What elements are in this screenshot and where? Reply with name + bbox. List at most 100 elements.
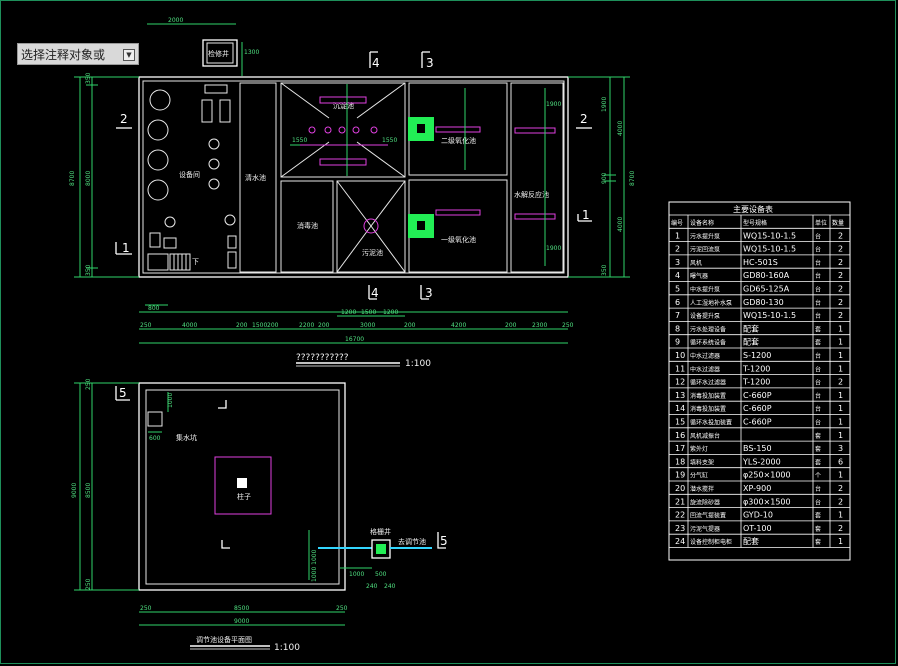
- left-dim-0: 8700: [69, 171, 76, 186]
- bottom-row2-dim: 3000: [360, 322, 375, 329]
- table-cell: GD80-160A: [743, 271, 790, 280]
- table-cell: WQ15-10-1.5: [743, 231, 796, 240]
- plan2-bottom-2: 250: [336, 605, 348, 612]
- tank-2: [147, 119, 169, 141]
- label-anaerobic: 水解反应池: [514, 190, 549, 199]
- table-cell: C-660P: [743, 404, 772, 413]
- left-dim-1: 8000: [85, 171, 92, 186]
- right-dim-4: 350: [601, 264, 608, 276]
- table-header-cell: 型号规格: [743, 219, 767, 227]
- table-cell: 24: [675, 537, 685, 546]
- bottom-row1-1: 1200: [341, 309, 356, 316]
- command-prompt[interactable]: 选择注释对象或 ▼: [17, 43, 139, 65]
- table-cell: 污泥回流泵: [690, 246, 720, 254]
- section-4-top: 4: [372, 56, 380, 70]
- table-cell: 台: [815, 312, 821, 320]
- plan2-total: 9000: [234, 618, 249, 625]
- plan2-bottom-dims: 250 8500 250 9000: [139, 605, 348, 626]
- table-cell: 18: [675, 457, 685, 466]
- small-dim-0: 1000: [167, 393, 174, 408]
- table-cell: 台: [815, 272, 821, 280]
- left-dim-2: 350: [85, 72, 92, 84]
- bottom-dims: 800 1200 1500 1200 250 4000 200 1500 200 2200…: [139, 304, 574, 344]
- room-anaerobic: [510, 82, 564, 273]
- dropdown-arrow-icon[interactable]: ▼: [123, 49, 135, 61]
- plan2-bottom-1: 8500: [234, 605, 249, 612]
- table-cell: 1: [838, 471, 843, 480]
- screen-well-label: 格栅井: [370, 527, 391, 536]
- table-cell: 中水过滤器: [690, 365, 720, 373]
- table-cell: OT-100: [743, 524, 772, 533]
- table-cell: 个: [815, 473, 821, 480]
- table-cell: 1: [838, 431, 843, 440]
- table-cell: 1: [838, 338, 843, 347]
- bottom-small-1: 500: [375, 571, 387, 578]
- plan2-title: 调节池设备平面图: [196, 635, 252, 644]
- bottom-row2-dim: 2300: [532, 322, 547, 329]
- table-cell: 11: [675, 364, 685, 373]
- stair-label: 下: [192, 258, 199, 266]
- bottom-small-3: 240: [384, 583, 396, 590]
- table-cell: 22: [675, 511, 685, 520]
- table-cell: 污水提升泵: [690, 232, 720, 240]
- table-cell: 填料支架: [690, 458, 714, 466]
- table-cell: 设备提升泵: [690, 312, 720, 320]
- table-cell: φ300×1500: [743, 497, 791, 506]
- table-cell: 台: [815, 232, 821, 240]
- table-cell: GD65-125A: [743, 285, 790, 294]
- table-cell: 套: [815, 512, 821, 520]
- table-cell: 2: [838, 311, 843, 320]
- table-cell: 1: [675, 231, 680, 240]
- table-cell: 套: [815, 445, 821, 453]
- right-dims: 1900 4000 900 4000 350 8700: [568, 76, 636, 278]
- left-dim-3: 350: [85, 264, 92, 276]
- table-header-cell: 设备名称: [690, 219, 714, 227]
- label-disinfection: 消毒池: [297, 221, 318, 230]
- section-4-bottom: 4: [371, 286, 379, 300]
- plan1-scale: 1:100: [405, 359, 431, 369]
- table-cell: 曝气器: [690, 272, 708, 280]
- table-cell: 2: [838, 258, 843, 267]
- table-cell: T-1200: [742, 364, 770, 373]
- table-cell: 4: [675, 271, 680, 280]
- command-prompt-text: 选择注释对象或: [21, 47, 106, 62]
- bottom-row2-dim: 200: [404, 322, 416, 329]
- table-cell: 旋流除砂器: [690, 498, 720, 506]
- table-cell: 风机减振台: [690, 432, 720, 440]
- table-cell: 台: [815, 246, 821, 254]
- table-cell: 2: [838, 497, 843, 506]
- table-cell: 2: [838, 378, 843, 387]
- section-2-left: 2: [120, 112, 128, 126]
- table-cell: GD80-130: [743, 298, 784, 307]
- table-cell: 台: [815, 259, 821, 267]
- table-cell: 16: [675, 431, 685, 440]
- table-header-cell: 编号: [671, 219, 683, 227]
- table-cell: 配套: [743, 536, 759, 546]
- section-3-bottom: 3: [425, 286, 433, 300]
- table-cell: 1: [838, 391, 843, 400]
- table-cell: 3: [675, 258, 680, 267]
- bottom-row2-dim: 4000: [182, 322, 197, 329]
- bottom-row2-dim: 1500: [252, 322, 267, 329]
- table-cell: 台: [815, 485, 821, 493]
- table-cell: 套: [815, 458, 821, 466]
- table-cell: 21: [675, 497, 685, 506]
- plan2: 柱子 集水坑 1000 600 1000 1000 格栅井 去调节池 5 100…: [71, 378, 448, 653]
- pipe-label: 去调节池: [398, 537, 426, 546]
- table-cell: 台: [815, 419, 821, 427]
- table-cell: 1: [838, 511, 843, 520]
- cad-canvas[interactable]: 检修井 2000 1300 设备间 清水池 沉淀池 消毒池 污泥池 二级氧化池: [0, 0, 898, 666]
- table-cell: 人工湿地补水泵: [690, 299, 732, 307]
- label-equipment: 设备间: [179, 170, 200, 179]
- table-cell: 1: [838, 404, 843, 413]
- table-cell: 14: [675, 404, 685, 413]
- plan2-scale: 1:100: [274, 643, 300, 653]
- plan2-left-3: 250: [85, 578, 92, 590]
- table-cell: φ250×1000: [743, 471, 791, 480]
- table-cell: 2: [838, 298, 843, 307]
- label-aeration-2: 二级氧化池: [441, 136, 476, 145]
- bottom-row2-dim: 250: [562, 322, 574, 329]
- table-cell: 8: [675, 324, 680, 333]
- table-cell: 1: [838, 364, 843, 373]
- inner-dim-3: 1900: [546, 245, 561, 252]
